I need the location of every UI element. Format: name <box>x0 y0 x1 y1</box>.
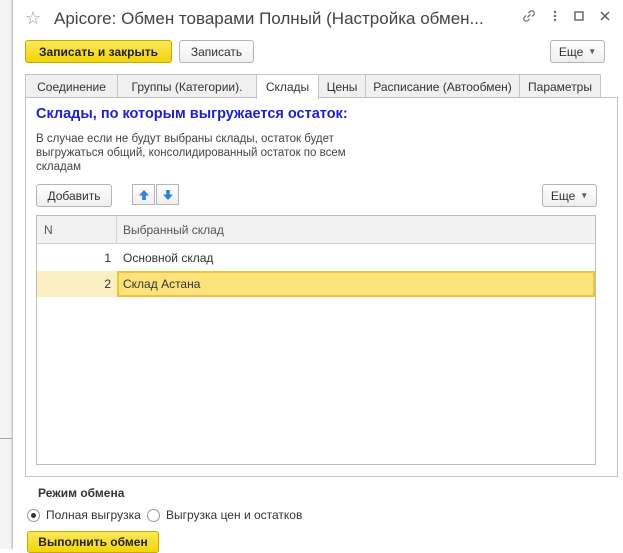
background-divider <box>0 438 12 439</box>
column-header-warehouse[interactable]: Выбранный склад <box>123 216 224 244</box>
add-button[interactable]: Добавить <box>36 184 112 207</box>
save-and-close-button[interactable]: Записать и закрыть <box>25 40 172 63</box>
more-vertical-icon[interactable] <box>545 9 565 27</box>
column-divider <box>116 216 117 244</box>
radio-full-export[interactable]: Полная выгрузка <box>27 508 141 522</box>
table-more-button[interactable]: Еще ▼ <box>542 184 597 207</box>
radio-label: Полная выгрузка <box>46 508 141 522</box>
warehouses-table[interactable]: N Выбранный склад 1 Основной склад 2 Скл… <box>36 215 596 465</box>
title-bar: ☆ Apicore: Обмен товарами Полный (Настро… <box>13 0 623 38</box>
close-icon[interactable] <box>595 9 615 27</box>
chevron-down-icon: ▼ <box>588 47 597 56</box>
radio-button[interactable] <box>147 508 160 522</box>
arrow-up-icon <box>138 189 149 200</box>
chevron-down-icon: ▼ <box>580 191 589 200</box>
tab-prices[interactable]: Цены <box>318 74 366 98</box>
tab-schedule[interactable]: Расписание (Автообмен) <box>365 74 520 98</box>
warehouse-name[interactable]: Склад Астана <box>117 271 595 297</box>
warehouses-panel: Склады, по которым выгружается остаток: … <box>25 97 618 477</box>
window-title: Apicore: Обмен товарами Полный (Настройк… <box>54 9 484 28</box>
exchange-mode-title: Режим обмена <box>38 486 125 500</box>
maximize-icon[interactable] <box>569 9 589 27</box>
star-icon[interactable]: ☆ <box>25 8 41 29</box>
radio-label: Выгрузка цен и остатков <box>166 508 303 522</box>
tab-groups[interactable]: Группы (Категории). <box>117 74 257 98</box>
tab-warehouses[interactable]: Склады <box>256 74 319 99</box>
tab-connection[interactable]: Соединение <box>25 74 118 98</box>
link-icon[interactable] <box>519 9 539 27</box>
save-button[interactable]: Записать <box>179 40 254 63</box>
table-header: N Выбранный склад <box>37 216 595 244</box>
toolbar-more-label: Еще <box>558 44 584 59</box>
table-more-label: Еще <box>550 188 576 203</box>
hint-text: В случае если не будут выбраны склады, о… <box>36 133 346 173</box>
background-window-edge <box>0 0 12 549</box>
table-row-selected[interactable]: 2 Склад Астана <box>37 271 595 297</box>
move-down-button[interactable] <box>156 184 179 205</box>
arrow-down-icon <box>162 189 173 200</box>
tab-parameters[interactable]: Параметры <box>519 74 601 98</box>
run-exchange-button[interactable]: Выполнить обмен <box>27 531 159 553</box>
row-number: 1 <box>104 251 111 265</box>
row-number: 2 <box>104 277 111 291</box>
move-up-button[interactable] <box>132 184 155 205</box>
radio-button-checked[interactable] <box>27 508 40 522</box>
toolbar-more-button[interactable]: Еще ▼ <box>550 40 605 63</box>
section-title: Склады, по которым выгружается остаток: <box>36 106 348 122</box>
settings-window: ☆ Apicore: Обмен товарами Полный (Настро… <box>12 0 623 553</box>
column-header-n[interactable]: N <box>44 216 53 244</box>
warehouse-name[interactable]: Основной склад <box>117 245 213 271</box>
table-row[interactable]: 1 Основной склад <box>37 245 595 271</box>
radio-prices-stock-export[interactable]: Выгрузка цен и остатков <box>147 508 302 522</box>
